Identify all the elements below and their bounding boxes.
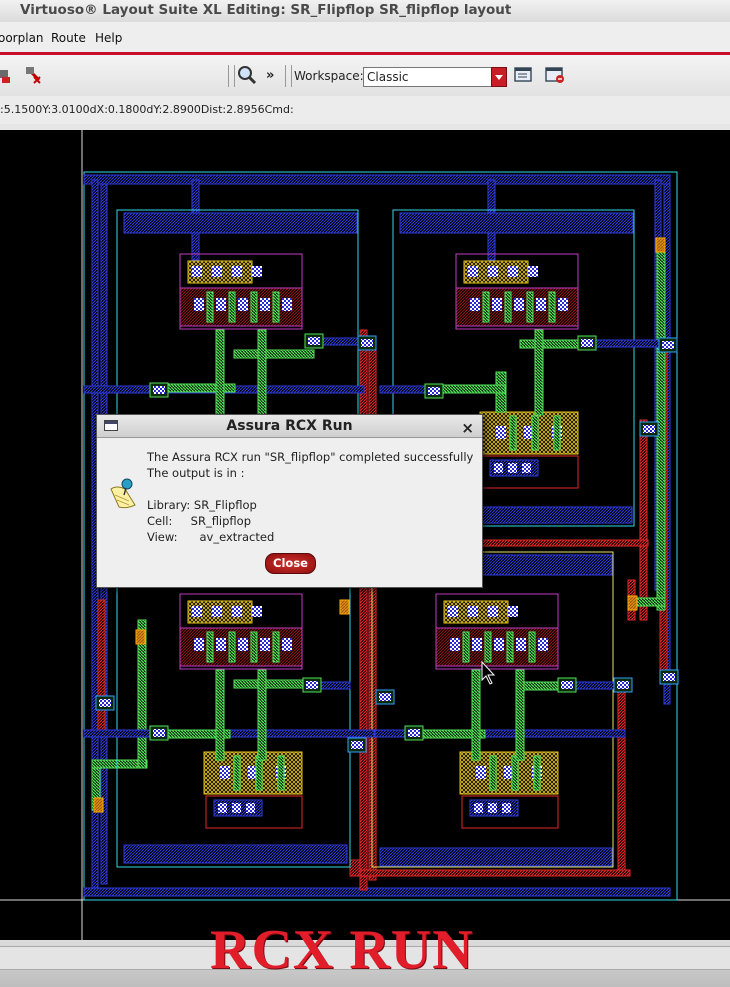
dialog-message-line1: The Assura RCX run "SR_flipflop" complet… <box>147 450 474 464</box>
dialog-view: View: av_extracted <box>147 530 275 544</box>
dialog-title: Assura RCX Run <box>226 418 353 434</box>
workspace-save-icon[interactable] <box>514 67 534 85</box>
status-cmd: Cmd: <box>264 103 294 116</box>
transistor-stack <box>203 751 303 829</box>
rcx-run-caption: RCX RUN <box>210 919 474 981</box>
via-contact <box>149 382 169 398</box>
via-contact <box>95 695 115 711</box>
via-contact <box>302 677 322 693</box>
via-contact <box>557 677 577 693</box>
window-menu-icon[interactable] <box>104 420 118 431</box>
via-contact <box>424 383 444 399</box>
workspace-view-icon[interactable] <box>545 67 567 85</box>
workspace-select[interactable]: Classic <box>363 67 507 87</box>
transistor-stack <box>179 593 303 670</box>
close-icon[interactable]: × <box>461 417 474 439</box>
toolbar: » Workspace: Classic <box>0 55 730 97</box>
via-contact <box>347 737 367 753</box>
window-title: Virtuoso® Layout Suite XL Editing: SR_Fl… <box>20 2 512 18</box>
close-button[interactable]: Close <box>265 553 316 574</box>
dialog-title-bar[interactable]: Assura RCX Run × <box>97 415 482 438</box>
workspace-label: Workspace: <box>294 69 364 83</box>
transistor-stack <box>435 593 559 670</box>
toolbar-separator <box>285 65 292 87</box>
via-contact <box>357 335 377 351</box>
transistor-stack <box>179 253 303 330</box>
toolbar-separator <box>228 65 235 87</box>
stretch-tool-icon[interactable] <box>24 65 44 87</box>
menu-floorplan[interactable]: oorplan <box>0 31 44 45</box>
dialog-library: Library: SR_Flipflop <box>147 498 257 512</box>
assura-rcx-dialog: Assura RCX Run × The Assura RCX run "SR_… <box>96 414 483 588</box>
dialog-message-line2: The output is in : <box>147 466 245 480</box>
via-contact <box>639 421 659 437</box>
magnifier-icon[interactable] <box>237 65 257 85</box>
menu-route[interactable]: Route <box>51 31 86 45</box>
via-contact <box>375 689 395 705</box>
dialog-cell: Cell: SR_flipflop <box>147 514 252 528</box>
via-contact <box>659 669 679 685</box>
window-title-bar: Virtuoso® Layout Suite XL Editing: SR_Fl… <box>0 0 730 22</box>
transistor-stack <box>459 751 559 829</box>
menu-help[interactable]: Help <box>95 31 122 45</box>
via-contact <box>304 333 324 349</box>
transistor-stack <box>479 411 579 489</box>
via-contact <box>577 335 597 351</box>
via-contact <box>149 725 169 741</box>
via-contact <box>613 677 633 693</box>
via-contact <box>658 337 678 353</box>
status-dx: dX:0.1800 <box>89 103 147 116</box>
note-pin-icon <box>110 478 136 509</box>
status-y: Y:3.0100 <box>42 103 90 116</box>
menu-bar: oorplan Route Help <box>0 22 730 54</box>
select-tool-icon[interactable] <box>0 68 14 84</box>
toolbar-overflow-chevron[interactable]: » <box>266 68 274 83</box>
workspace-value: Classic <box>367 70 409 84</box>
status-dy: dY:2.8900 <box>146 103 201 116</box>
transistor-stack <box>455 253 579 330</box>
status-dist: Dist:2.8956 <box>200 103 265 116</box>
via-contact <box>404 725 424 741</box>
chevron-down-icon[interactable] <box>491 67 507 87</box>
status-x: :5.1500 <box>0 103 43 116</box>
coordinate-status-bar: :5.1500Y:3.0100dX:0.1800dY:2.8900Dist:2.… <box>0 96 730 124</box>
